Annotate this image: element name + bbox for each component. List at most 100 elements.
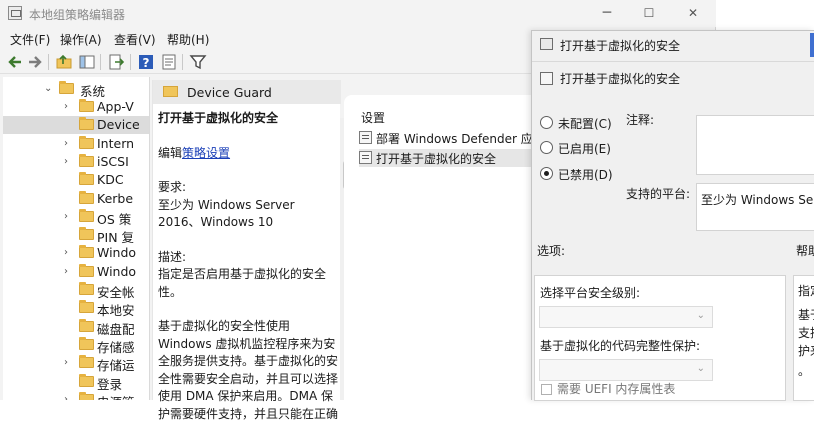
back-arrow-icon[interactable] [6, 53, 24, 71]
requirements-text: 至少为 Windows Server 2016、Windows 10 [158, 197, 295, 230]
up-folder-icon[interactable] [55, 53, 73, 71]
help-label: 帮助 [796, 244, 814, 258]
chevron-down-icon[interactable]: ⌄ [44, 83, 54, 95]
supported-platform-value: 至少为 Windows Serv [701, 193, 814, 207]
folder-icon [79, 282, 94, 295]
folder-icon [79, 336, 94, 350]
menu-action[interactable]: 操作(A) [60, 31, 102, 48]
tree-item-label: KDC [97, 172, 124, 188]
comment-textarea[interactable] [696, 115, 814, 175]
minimize-button[interactable]: ─ [597, 4, 617, 22]
svg-text:?: ? [143, 56, 150, 70]
folder-icon [163, 86, 178, 97]
dialog-policy-name: 打开基于虚拟化的安全 [560, 72, 681, 86]
help-panel: 指定 基于 支持 护来 。 [793, 275, 814, 401]
tree-item-label: Windo [97, 263, 137, 279]
maximize-button[interactable]: ☐ [639, 4, 659, 22]
folder-icon [79, 263, 94, 277]
folder-icon [79, 117, 94, 131]
help-text-line: 支持 [798, 326, 814, 340]
chevron-right-icon[interactable]: › [64, 138, 74, 150]
code-integrity-select[interactable]: ⌄ [539, 359, 713, 381]
tree-item[interactable]: › Intern [3, 135, 149, 153]
close-button[interactable]: ✕ [683, 4, 703, 22]
show-hide-tree-icon[interactable] [78, 53, 96, 71]
chevron-right-icon[interactable]: › [64, 156, 74, 168]
chevron-right-icon[interactable]: › [64, 394, 74, 400]
toolbar-separator [130, 54, 131, 70]
forward-arrow-icon[interactable] [26, 53, 44, 71]
policy-settings-dialog: 打开基于虚拟化的安全 打开基于虚拟化的安全 未配置(C) 已启用(E) 已禁用(… [531, 30, 814, 401]
setting-row[interactable]: 部署 Windows Defender 应用 [359, 129, 545, 147]
chevron-right-icon[interactable]: › [64, 211, 74, 223]
tree-item-label: 存储感 [97, 339, 135, 355]
uefi-memory-table-checkbox[interactable] [541, 384, 552, 395]
radio-label: 已启用(E) [558, 142, 611, 156]
radio-dot[interactable] [540, 116, 553, 129]
supported-platform-box: 至少为 Windows Serv [696, 183, 814, 231]
tree-item-label: Device [97, 117, 140, 133]
radio-dot[interactable] [540, 167, 553, 180]
tree-item[interactable]: 本地安 [3, 299, 149, 318]
tree-item-label: 安全帐 [97, 285, 135, 300]
export-list-icon[interactable] [107, 53, 125, 71]
setting-row[interactable]: 打开基于虚拟化的安全 [359, 149, 544, 167]
tree-pane[interactable]: ⌄ 系统 › App-V Device › Intern › iSCSI KDC Kerbe › O… [3, 77, 150, 400]
chevron-down-icon: ⌄ [696, 363, 705, 374]
tree-item[interactable]: › Windo [3, 263, 149, 281]
supported-platform-label: 支持的平台: [626, 187, 691, 201]
menu-file[interactable]: 文件(F) [10, 31, 50, 48]
folder-icon [79, 135, 94, 149]
code-integrity-label: 基于虚拟化的代码完整性保护: [540, 339, 701, 353]
properties-icon[interactable] [160, 53, 178, 71]
tree-item[interactable]: 登录 [3, 373, 149, 392]
radio-label: 已禁用(D) [558, 168, 613, 182]
policy-title: 打开基于虚拟化的安全 [158, 111, 279, 125]
folder-icon [79, 99, 94, 112]
description-header: Device Guard [153, 80, 341, 104]
tree-item[interactable]: › Windo [3, 244, 149, 262]
tree-item[interactable]: 磁盘配 [3, 318, 149, 337]
tree-item-label: OS 策 [97, 211, 132, 227]
platform-security-level-select[interactable]: ⌄ [539, 306, 713, 328]
settings-column-header[interactable]: 设置 [361, 109, 385, 126]
chevron-right-icon[interactable]: › [64, 247, 74, 259]
folder-icon [79, 300, 94, 314]
tree-item-label: Windo [97, 245, 137, 261]
tree-item[interactable]: › 存储运 [3, 354, 149, 373]
tree-item[interactable]: Kerbe [3, 190, 149, 208]
tree-item-label: PIN 复 [97, 230, 135, 246]
description-header-title: Device Guard [187, 85, 272, 100]
help-text-line: 基于 [798, 308, 814, 322]
help-icon[interactable]: ? [137, 53, 155, 71]
dialog-close-button-edge[interactable] [810, 33, 814, 57]
chevron-right-icon[interactable]: › [64, 357, 74, 369]
tree-item[interactable]: PIN 复 [3, 226, 149, 246]
help-text-line: 。 [798, 364, 811, 378]
tree-item[interactable]: KDC [3, 171, 149, 189]
tree-item[interactable]: Device [3, 116, 149, 135]
menu-view[interactable]: 查看(V) [114, 31, 156, 48]
tree-item[interactable]: 存储感 [3, 336, 149, 355]
requirements-label: 要求: [158, 180, 187, 194]
tree-item[interactable]: › iSCSI [3, 153, 149, 171]
tree-item[interactable]: 安全帐 [3, 281, 149, 300]
filter-icon[interactable] [189, 53, 207, 71]
tree-item-label: 电源管 [97, 392, 135, 400]
edit-policy-link[interactable]: 策略设置 [182, 146, 230, 160]
description-body: 打开基于虚拟化的安全 编辑策略设置 要求: 至少为 Windows Server … [158, 110, 338, 440]
tree-item-label: App-V [97, 99, 134, 114]
folder-icon [79, 153, 94, 167]
policy-setting-icon [359, 151, 372, 164]
radio-dot[interactable] [540, 141, 553, 154]
tree-item[interactable]: › 电源管 [3, 391, 149, 400]
title-bar[interactable]: 本地组策略编辑器 ─ ☐ ✕ [0, 0, 716, 27]
chevron-right-icon[interactable]: › [64, 266, 74, 278]
chevron-right-icon[interactable]: › [64, 101, 74, 113]
tree-item-system[interactable]: ⌄ 系统 [3, 80, 149, 99]
toolbar-separator [48, 54, 49, 70]
menu-help[interactable]: 帮助(H) [167, 31, 209, 48]
tree-item[interactable]: › OS 策 [3, 208, 149, 227]
requirements: 要求: 至少为 Windows Server 2016、Windows 10 [158, 179, 338, 232]
tree-item[interactable]: › App-V [3, 98, 149, 116]
